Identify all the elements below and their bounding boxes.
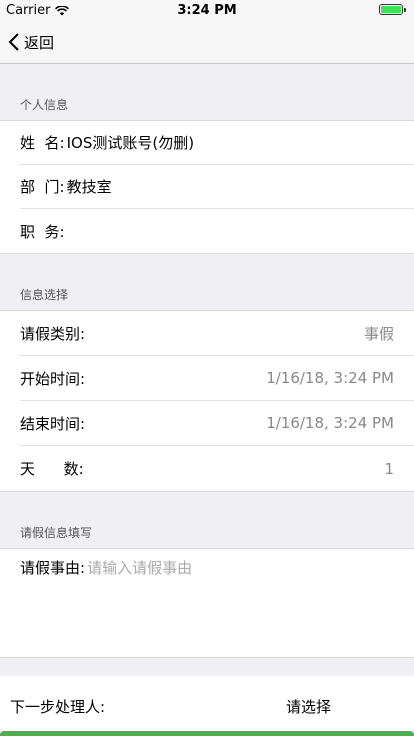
- days-label: 天 数:: [20, 460, 84, 478]
- status-bar: Carrier 3:24 PM: [0, 0, 414, 20]
- name-value: IOS测试账号(勿删): [66, 134, 195, 152]
- leave-reason-label: 请假事由:: [20, 559, 86, 577]
- navigation-bar: 返回: [0, 20, 414, 64]
- position-label: 职 务:: [20, 222, 65, 241]
- days-row: 天 数: 1: [20, 446, 414, 491]
- submit-button[interactable]: [0, 731, 414, 736]
- start-time-row[interactable]: 开始时间: 1/16/18, 3:24 PM: [20, 356, 414, 401]
- leave-reason-input[interactable]: 请输入请假事由: [87, 557, 192, 649]
- battery-icon: [379, 4, 406, 15]
- leave-type-row[interactable]: 请假类别: 事假: [20, 311, 414, 356]
- status-time: 3:24 PM: [177, 3, 237, 18]
- end-time-label: 结束时间:: [20, 414, 86, 433]
- next-handler-select[interactable]: 请选择: [286, 696, 331, 717]
- end-time-row[interactable]: 结束时间: 1/16/18, 3:24 PM: [20, 401, 414, 446]
- chevron-left-icon: [8, 33, 19, 51]
- section-header-info-select: 信息选择: [20, 288, 69, 302]
- section-header-personal-info: 个人信息: [20, 98, 69, 112]
- start-time-value: 1/16/18, 3:24 PM: [266, 369, 394, 387]
- department-label: 部 门:: [20, 178, 65, 196]
- back-button[interactable]: 返回: [8, 20, 54, 64]
- position-row: 职 务:: [20, 209, 414, 253]
- days-value: 1: [384, 459, 394, 478]
- leave-type-value: 事假: [363, 324, 394, 343]
- end-time-value: 1/16/18, 3:24 PM: [266, 414, 394, 432]
- name-row: 姓 名: IOS测试账号(勿删): [20, 121, 414, 165]
- leave-reason-field[interactable]: 请假事由: 请输入请假事由: [0, 548, 414, 658]
- name-label: 姓 名:: [20, 134, 65, 152]
- next-handler-label: 下一步处理人:: [10, 697, 106, 716]
- next-step-bar: 下一步处理人: 请选择: [0, 676, 414, 736]
- leave-type-label: 请假类别:: [20, 324, 86, 343]
- department-row: 部 门: 教技室: [20, 165, 414, 209]
- info-select-group: 请假类别: 事假 开始时间: 1/16/18, 3:24 PM 结束时间: 1/…: [0, 310, 414, 492]
- back-label: 返回: [24, 33, 55, 52]
- start-time-label: 开始时间:: [20, 369, 86, 388]
- department-value: 教技室: [66, 178, 112, 196]
- section-header-leave-info: 请假信息填写: [20, 526, 93, 540]
- personal-info-group: 姓 名: IOS测试账号(勿删) 部 门: 教技室 职 务:: [0, 120, 414, 254]
